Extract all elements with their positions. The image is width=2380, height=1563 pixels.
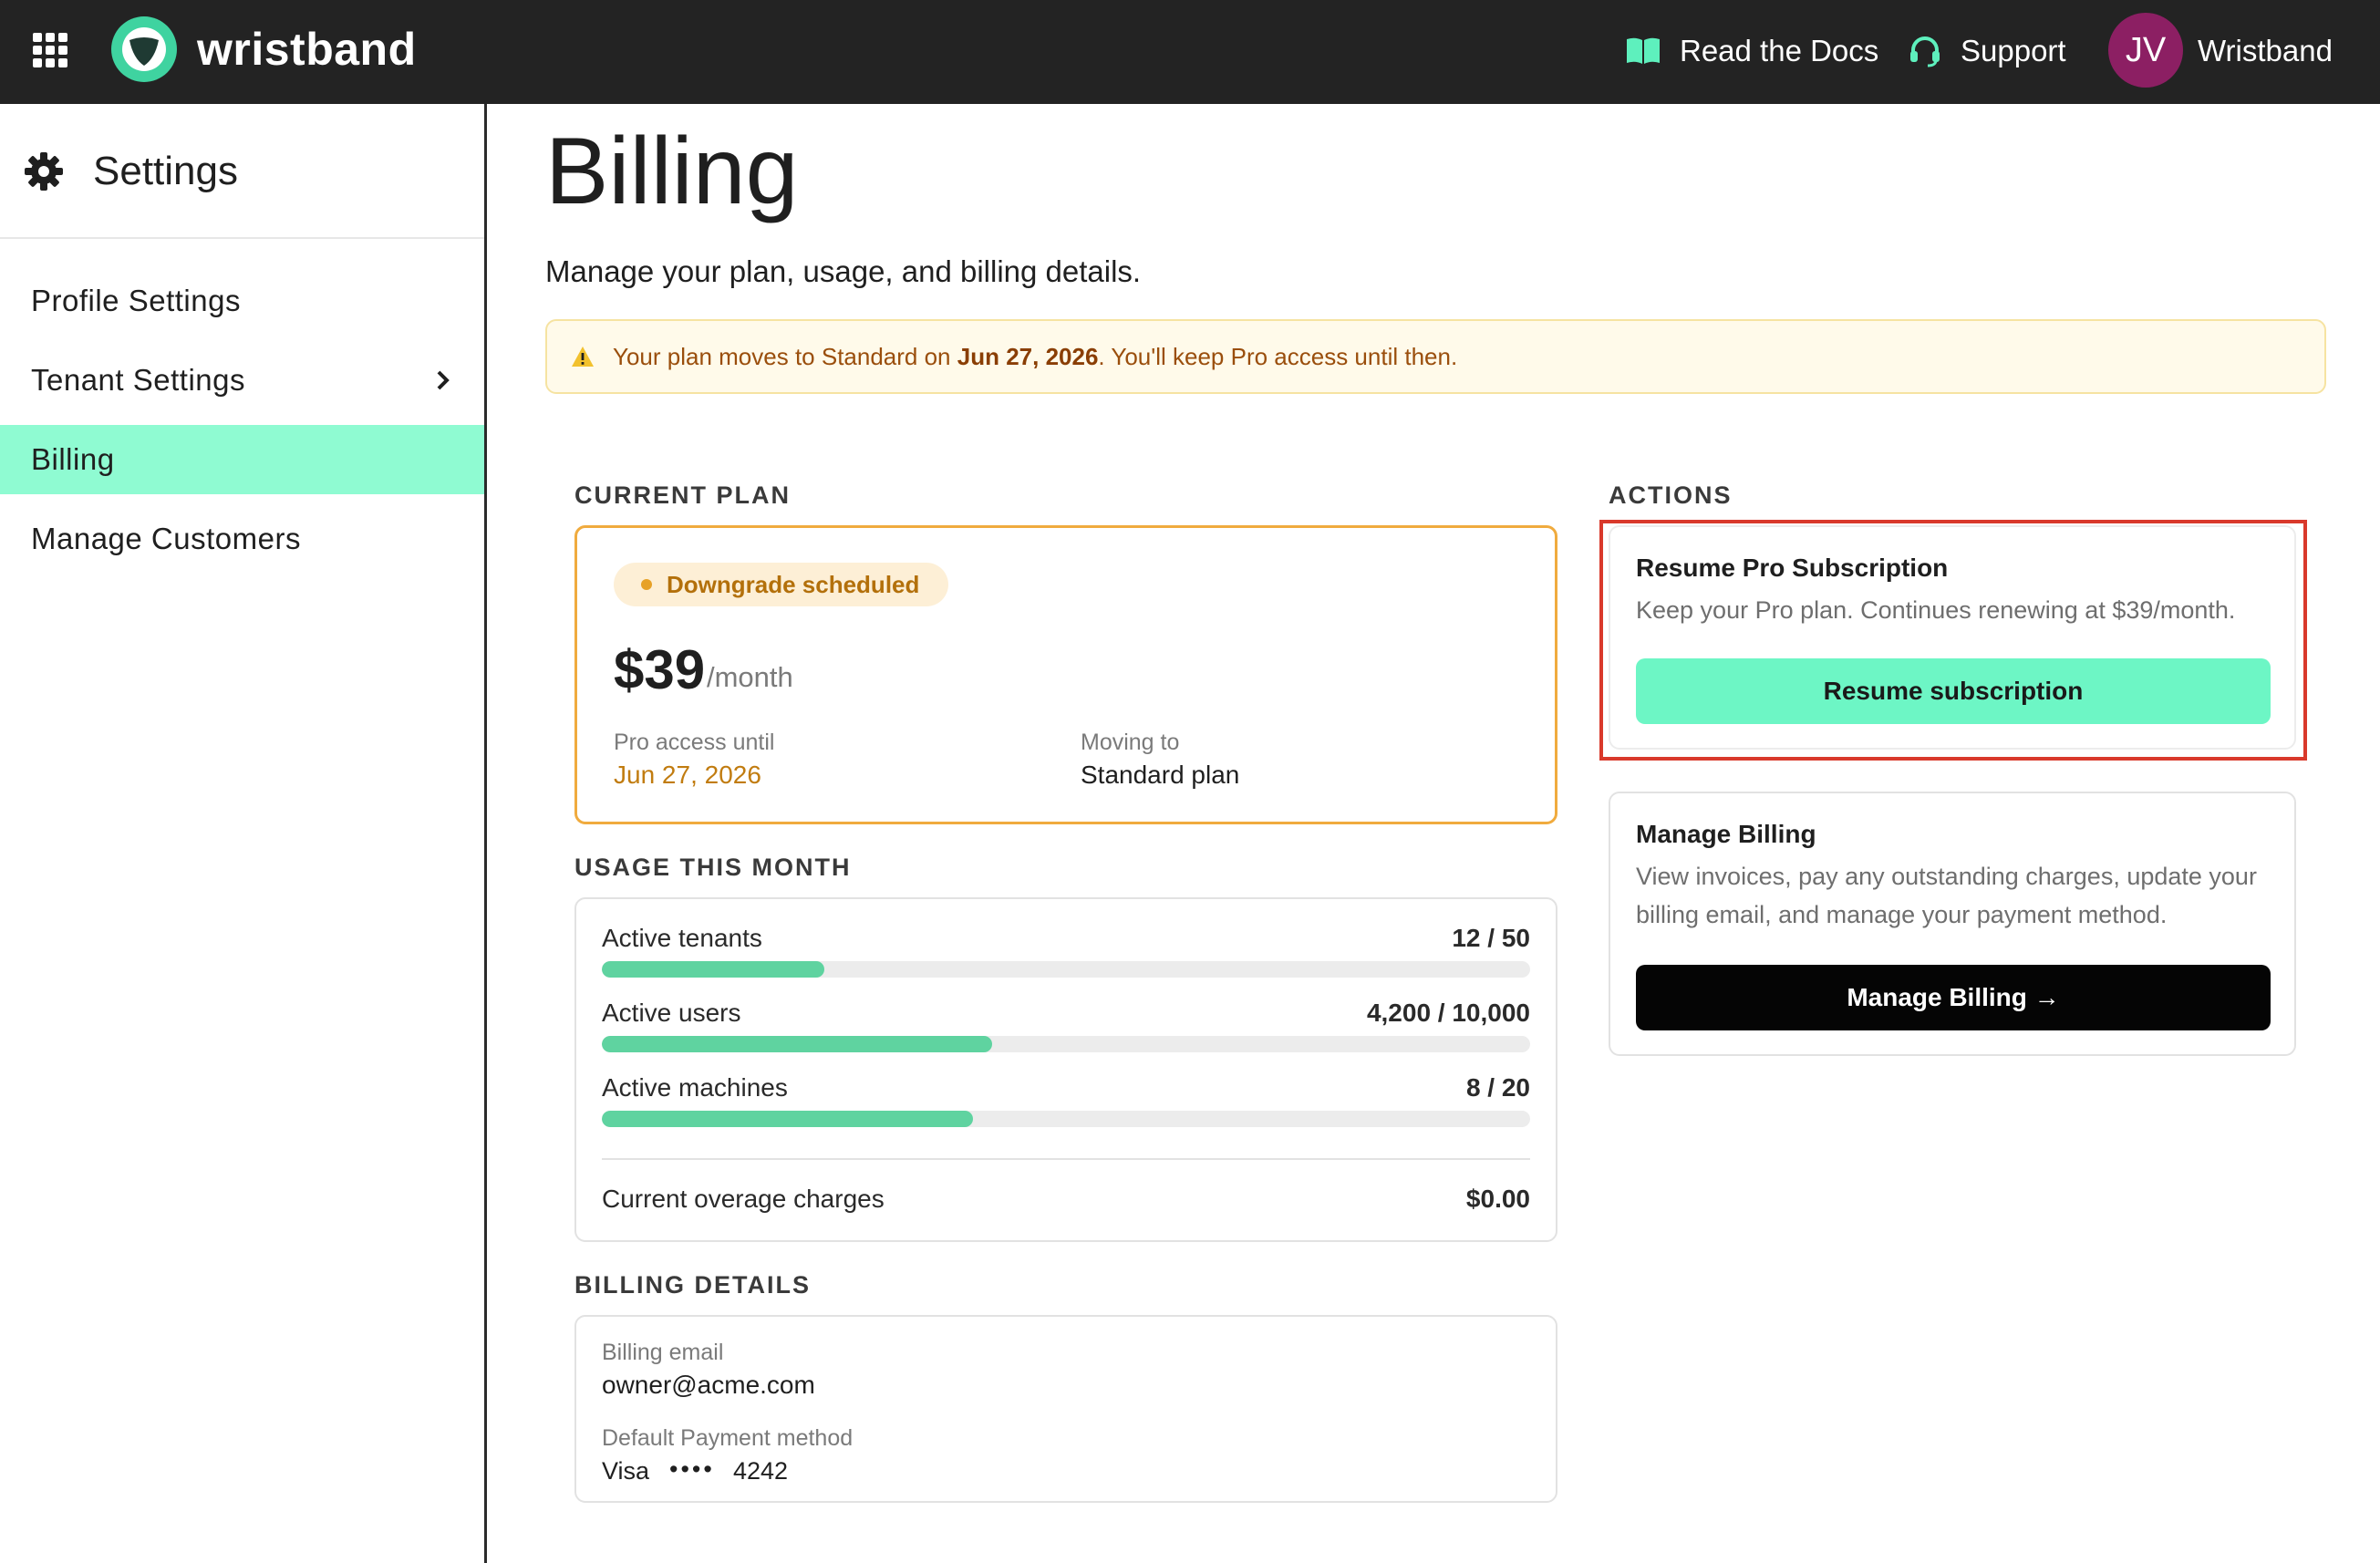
- wristband-logo[interactable]: [109, 15, 179, 84]
- actions-heading: ACTIONS: [1609, 481, 1733, 509]
- manage-billing-description: View invoices, pay any outstanding charg…: [1636, 863, 2257, 928]
- warning-icon: [572, 347, 594, 367]
- plan-price-unit: /month: [707, 661, 793, 693]
- payment-method-label: Default Payment method: [602, 1425, 854, 1451]
- billing-email-value: owner@acme.com: [602, 1371, 815, 1399]
- book-icon: [1627, 37, 1660, 64]
- page-title: Billing: [545, 119, 799, 224]
- alert-text: Your plan moves to Standard on Jun 27, 2…: [613, 343, 1457, 371]
- machines-progress-bar: [602, 1111, 1530, 1127]
- sidebar-item-label: Billing: [31, 442, 115, 476]
- user-avatar[interactable]: JV: [2108, 13, 2183, 88]
- status-badge-label: Downgrade scheduled: [667, 570, 920, 598]
- sidebar-item-label: Profile Settings: [31, 284, 241, 317]
- account-name[interactable]: Wristband: [2198, 27, 2333, 75]
- users-progress-fill: [602, 1036, 992, 1052]
- manage-billing-card: Manage Billing View invoices, pay any ou…: [1609, 792, 2296, 1056]
- usage-heading: USAGE THIS MONTH: [574, 854, 852, 881]
- chevron-right-icon: [437, 370, 450, 390]
- read-the-docs-link[interactable]: Read the Docs: [1625, 27, 1878, 75]
- status-badge: Downgrade scheduled: [614, 563, 949, 606]
- plan-price: $39: [614, 639, 706, 700]
- usage-divider: [602, 1158, 1530, 1160]
- usage-label-users: Active users: [602, 999, 741, 1027]
- status-dot: [641, 579, 652, 590]
- usage-value-tenants: 12 / 50: [1452, 924, 1530, 952]
- sidebar-item-profile-settings[interactable]: Profile Settings: [0, 266, 484, 336]
- pro-access-label: Pro access until: [614, 730, 775, 755]
- usage-value-users: 4,200 / 10,000: [1366, 999, 1530, 1027]
- page-subtitle: Manage your plan, usage, and billing det…: [545, 254, 1142, 288]
- current-plan-heading: CURRENT PLAN: [574, 481, 791, 509]
- card-brand: Visa: [602, 1457, 650, 1485]
- highlight-outline: [1599, 520, 2307, 761]
- tenants-progress-bar: [602, 961, 1530, 978]
- sidebar-item-tenant-settings[interactable]: Tenant Settings: [0, 346, 484, 415]
- support-link[interactable]: Support: [1908, 27, 2066, 75]
- sidebar-item-label: Manage Customers: [31, 522, 301, 555]
- card-mask: ••••: [669, 1455, 715, 1483]
- settings-sidebar: Settings Profile Settings Tenant Setting…: [0, 104, 487, 1563]
- billing-details-heading: BILLING DETAILS: [574, 1271, 811, 1299]
- billing-details-card: Billing email owner@acme.com Default Pay…: [574, 1315, 1557, 1503]
- sidebar-item-label: Tenant Settings: [31, 363, 245, 397]
- gear-icon: [25, 152, 63, 191]
- pro-access-date: Jun 27, 2026: [614, 761, 761, 789]
- usage-value-machines: 8 / 20: [1465, 1073, 1530, 1102]
- alert-text-suffix: . You'll keep Pro access until then.: [1098, 342, 1458, 370]
- machines-progress-fill: [602, 1111, 974, 1127]
- sidebar-item-billing[interactable]: Billing: [0, 425, 484, 494]
- card-last4: 4242: [733, 1457, 789, 1485]
- top-navigation-bar: wristband Read the Docs Support JV Wrist…: [0, 0, 2380, 104]
- current-plan-card: Downgrade scheduled $39 /month Pro acces…: [574, 525, 1557, 824]
- moving-to-plan: Standard plan: [1081, 761, 1240, 789]
- read-the-docs-label: Read the Docs: [1680, 34, 1879, 67]
- sidebar-item-manage-customers[interactable]: Manage Customers: [0, 504, 484, 574]
- alert-date: Jun 27, 2026: [957, 342, 1099, 370]
- sidebar-title: Settings: [93, 149, 238, 193]
- sidebar-header: Settings: [0, 104, 484, 239]
- alert-text-prefix: Your plan moves to Standard on: [613, 342, 957, 370]
- users-progress-bar: [602, 1036, 1530, 1052]
- apps-grid-icon[interactable]: [33, 33, 67, 67]
- overage-label: Current overage charges: [602, 1185, 885, 1213]
- manage-billing-button[interactable]: Manage Billing →: [1636, 965, 2271, 1030]
- usage-card: Active tenants 12 / 50 Active users 4,20…: [574, 897, 1557, 1242]
- overage-value: $0.00: [1465, 1185, 1530, 1213]
- usage-label-tenants: Active tenants: [602, 924, 762, 952]
- downgrade-alert: Your plan moves to Standard on Jun 27, 2…: [545, 319, 2326, 394]
- headset-icon: [1910, 36, 1940, 67]
- tenants-progress-fill: [602, 961, 825, 978]
- manage-billing-title: Manage Billing: [1636, 820, 1816, 848]
- billing-email-label: Billing email: [602, 1340, 724, 1365]
- support-label: Support: [1961, 34, 2066, 67]
- usage-label-machines: Active machines: [602, 1073, 788, 1102]
- moving-to-label: Moving to: [1081, 730, 1180, 755]
- brand-name[interactable]: wristband: [197, 20, 417, 78]
